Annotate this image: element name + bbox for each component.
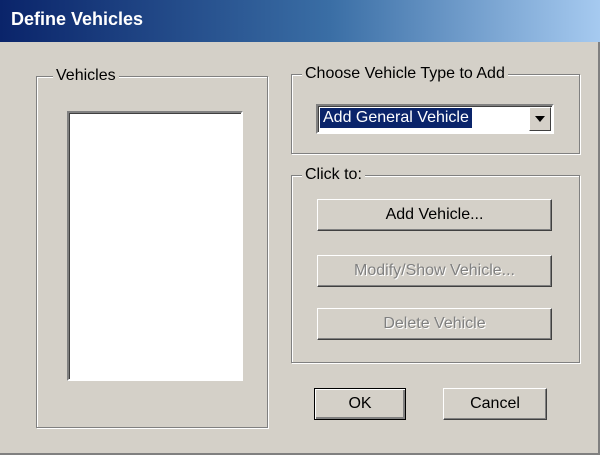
vehicles-list[interactable] [67, 111, 243, 381]
cancel-button[interactable]: Cancel [443, 388, 547, 420]
window-title: Define Vehicles [11, 9, 144, 29]
vehicle-type-selected: Add General Vehicle [319, 107, 473, 129]
vehicles-group-label: Vehicles [53, 66, 119, 86]
ok-button[interactable]: OK [314, 388, 406, 420]
title-bar[interactable]: Define Vehicles [0, 0, 600, 42]
modify-show-vehicle-button[interactable]: Modify/Show Vehicle... [317, 255, 552, 287]
dropdown-button[interactable] [529, 107, 551, 131]
delete-vehicle-button[interactable]: Delete Vehicle [317, 308, 552, 340]
chevron-down-icon [535, 116, 545, 122]
add-vehicle-button[interactable]: Add Vehicle... [317, 199, 552, 231]
click-to-group-label: Click to: [302, 165, 365, 185]
define-vehicles-dialog: Define Vehicles Vehicles Choose Vehicle … [0, 0, 600, 455]
vehicles-group: Vehicles [36, 66, 268, 428]
vehicle-type-group: Choose Vehicle Type to Add Add General V… [291, 64, 580, 154]
vehicle-type-group-label: Choose Vehicle Type to Add [302, 64, 508, 84]
vehicle-type-dropdown[interactable]: Add General Vehicle [316, 104, 554, 134]
click-to-group: Click to: Add Vehicle... Modify/Show Veh… [291, 165, 580, 363]
